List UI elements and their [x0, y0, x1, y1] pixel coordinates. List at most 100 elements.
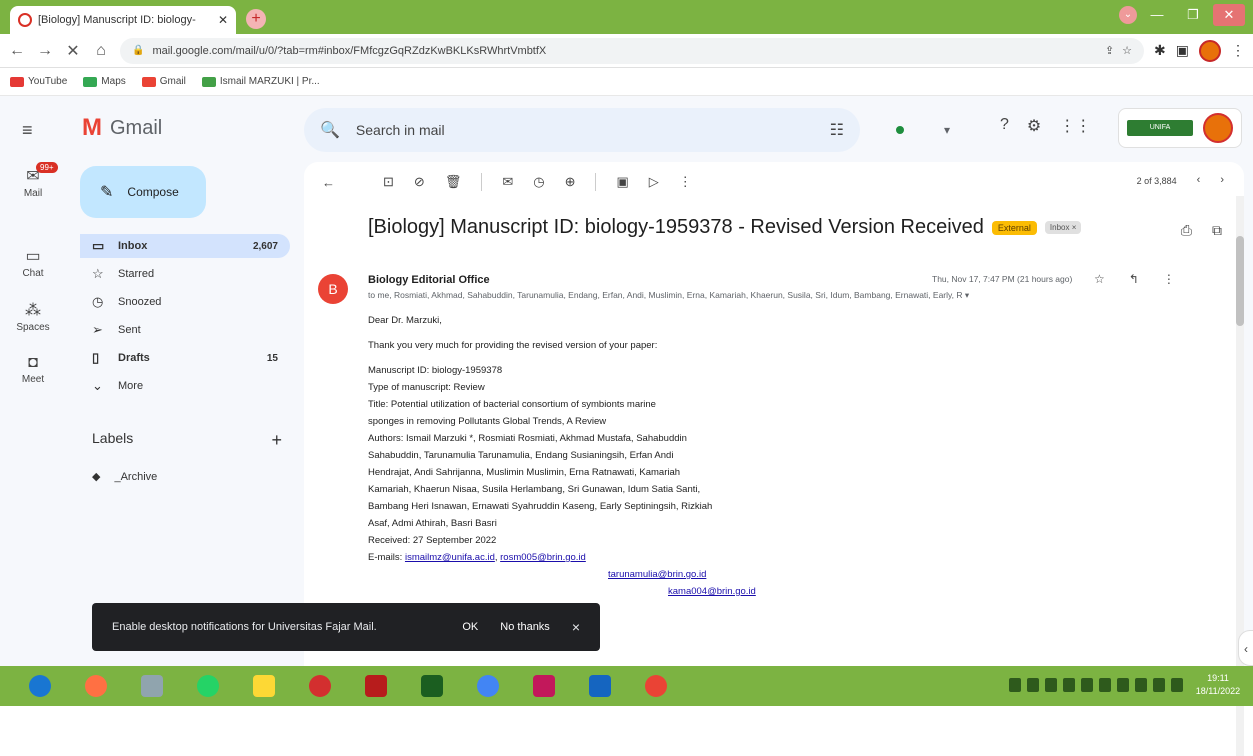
start-button[interactable]	[20, 670, 60, 702]
taskbar-word[interactable]	[580, 670, 620, 702]
rail-spaces[interactable]: ⁂ Spaces	[0, 300, 66, 333]
settings-gear-icon[interactable]: ⚙	[1027, 116, 1041, 136]
extensions-icon[interactable]: ✱	[1154, 42, 1166, 59]
email-link[interactable]: rosm005@brin.go.id	[500, 552, 586, 563]
email-link[interactable]: kama004@brin.go.id	[668, 586, 756, 597]
email-link[interactable]: tarunamulia@brin.go.id	[608, 569, 706, 580]
profile-avatar[interactable]	[1199, 39, 1221, 62]
folder-sent[interactable]: ➢ Sent	[80, 318, 290, 342]
folder-drafts[interactable]: ▯ Drafts 15	[80, 346, 290, 370]
more-vert-icon[interactable]: ⋮	[1163, 272, 1175, 286]
taskbar-firefox[interactable]	[76, 670, 116, 702]
compose-button[interactable]: ✎ Compose	[80, 166, 206, 218]
tray-icon[interactable]	[1117, 678, 1129, 692]
taskbar-whatsapp[interactable]	[188, 670, 228, 702]
search-icon[interactable]: 🔍	[320, 120, 340, 140]
bookmark-star-icon[interactable]: ☆	[1122, 44, 1132, 57]
newer-icon[interactable]: ‹	[1197, 174, 1201, 186]
status-indicator[interactable]: ▾	[880, 114, 980, 146]
folder-snoozed[interactable]: ◷ Snoozed	[80, 290, 290, 314]
snackbar-ok-button[interactable]: OK	[462, 621, 478, 633]
account-switcher[interactable]: UNIFA	[1118, 108, 1242, 148]
taskbar-search[interactable]	[132, 670, 172, 702]
taskbar-mendeley-2[interactable]	[524, 670, 564, 702]
url-bar[interactable]: 🔒 mail.google.com/mail/u/0/?tab=rm#inbox…	[120, 37, 1145, 64]
tray-icon[interactable]	[1135, 678, 1147, 692]
taskbar-chrome-2[interactable]	[636, 670, 676, 702]
taskbar-excel[interactable]	[412, 670, 452, 702]
bookmark-gmail[interactable]: Gmail	[141, 76, 186, 87]
create-label-icon[interactable]: +	[271, 430, 282, 451]
browser-tab[interactable]: [Biology] Manuscript ID: biology- ✕	[10, 6, 236, 34]
search-options-icon[interactable]: ☷	[830, 120, 844, 140]
scroll-thumb[interactable]	[1236, 236, 1244, 326]
tray-icon[interactable]	[1045, 678, 1057, 692]
report-spam-icon[interactable]: ⊘	[414, 174, 425, 190]
snooze-icon[interactable]: ◷	[533, 174, 544, 190]
close-tab-icon[interactable]: ✕	[218, 13, 228, 27]
home-icon[interactable]: ⌂	[92, 42, 110, 60]
tray-icon[interactable]	[1027, 678, 1039, 692]
tray-icon[interactable]	[1171, 678, 1183, 692]
maximize-button[interactable]: ❐	[1177, 4, 1209, 26]
star-icon[interactable]: ☆	[1094, 272, 1105, 286]
older-icon[interactable]: ›	[1220, 174, 1224, 186]
chrome-menu-icon[interactable]: ⋮	[1231, 42, 1245, 59]
snackbar-close-icon[interactable]: ×	[572, 619, 580, 635]
side-panel-toggle[interactable]: ‹	[1238, 630, 1253, 666]
inbox-chip[interactable]: Inbox ×	[1044, 221, 1082, 234]
move-to-icon[interactable]: ▣	[616, 174, 628, 190]
sender-name[interactable]: Biology Editorial Office	[368, 274, 490, 286]
search-input[interactable]: Search in mail	[356, 122, 814, 138]
snackbar-no-thanks-button[interactable]: No thanks	[500, 621, 550, 633]
folder-starred[interactable]: ☆ Starred	[80, 262, 290, 286]
chrome-profile-icon[interactable]: ⌄	[1119, 6, 1137, 24]
reply-icon[interactable]: ↰	[1129, 272, 1139, 286]
delete-icon[interactable]: 🗑	[445, 174, 462, 190]
tray-icon[interactable]	[1153, 678, 1165, 692]
expand-recipients-icon[interactable]: ▾	[965, 290, 969, 300]
folder-inbox[interactable]: ▭ Inbox 2,607	[80, 234, 290, 258]
bookmark-youtube[interactable]: YouTube	[10, 76, 67, 87]
back-icon[interactable]: ←	[8, 42, 26, 60]
tray-icon[interactable]	[1009, 678, 1021, 692]
share-icon[interactable]: ⇪	[1105, 44, 1114, 57]
search-bar[interactable]: 🔍 Search in mail ☷	[304, 108, 860, 152]
main-menu-icon[interactable]: ≡	[22, 120, 33, 141]
gmail-logo[interactable]: M Gmail	[82, 114, 162, 142]
taskbar-explorer[interactable]	[244, 670, 284, 702]
archive-icon[interactable]: ⊡	[383, 174, 394, 190]
add-task-icon[interactable]: ⊕	[565, 174, 576, 190]
tray-icon[interactable]	[1099, 678, 1111, 692]
account-avatar[interactable]	[1203, 113, 1233, 143]
taskbar-chrome[interactable]	[468, 670, 508, 702]
taskbar-opera[interactable]	[300, 670, 340, 702]
sidepanel-icon[interactable]: ▣	[1176, 42, 1189, 59]
label-archive[interactable]: ◆ _Archive	[92, 470, 157, 484]
rail-meet[interactable]: ◘ Meet	[0, 354, 66, 385]
open-new-window-icon[interactable]: ⧉	[1212, 222, 1222, 239]
folder-more[interactable]: ⌄ More	[80, 374, 290, 398]
apps-grid-icon[interactable]: ⋮⋮	[1059, 116, 1091, 136]
bookmark-maps[interactable]: Maps	[83, 76, 126, 87]
system-clock[interactable]: 19:11 18/11/2022	[1191, 672, 1245, 698]
forward-icon[interactable]: →	[36, 42, 54, 60]
help-icon[interactable]: ?	[1000, 116, 1009, 136]
back-to-inbox-icon[interactable]: ←	[322, 175, 335, 190]
new-tab-button[interactable]: +	[246, 9, 266, 29]
minimize-button[interactable]: —	[1141, 4, 1173, 26]
label-icon[interactable]: ▷	[649, 174, 659, 190]
more-options-icon[interactable]: ⋮	[679, 174, 692, 190]
bookmark-profile[interactable]: Ismail MARZUKI | Pr...	[201, 76, 320, 87]
tray-icon[interactable]	[1063, 678, 1075, 692]
recipient-list[interactable]: to me, Rosmiati, Akhmad, Sahabuddin, Tar…	[368, 290, 1158, 301]
print-icon[interactable]: ⎙	[1181, 222, 1192, 239]
mark-unread-icon[interactable]: ✉	[502, 174, 513, 190]
email-link[interactable]: ismailmz@unifa.ac.id	[405, 552, 495, 563]
tray-icon[interactable]	[1081, 678, 1093, 692]
rail-mail[interactable]: ✉ 99+ Mail	[0, 162, 66, 199]
stop-icon[interactable]: ✕	[64, 41, 82, 61]
taskbar-mendeley[interactable]	[356, 670, 396, 702]
rail-chat[interactable]: ▭ Chat	[0, 246, 66, 279]
close-window-button[interactable]: ✕	[1213, 4, 1245, 26]
